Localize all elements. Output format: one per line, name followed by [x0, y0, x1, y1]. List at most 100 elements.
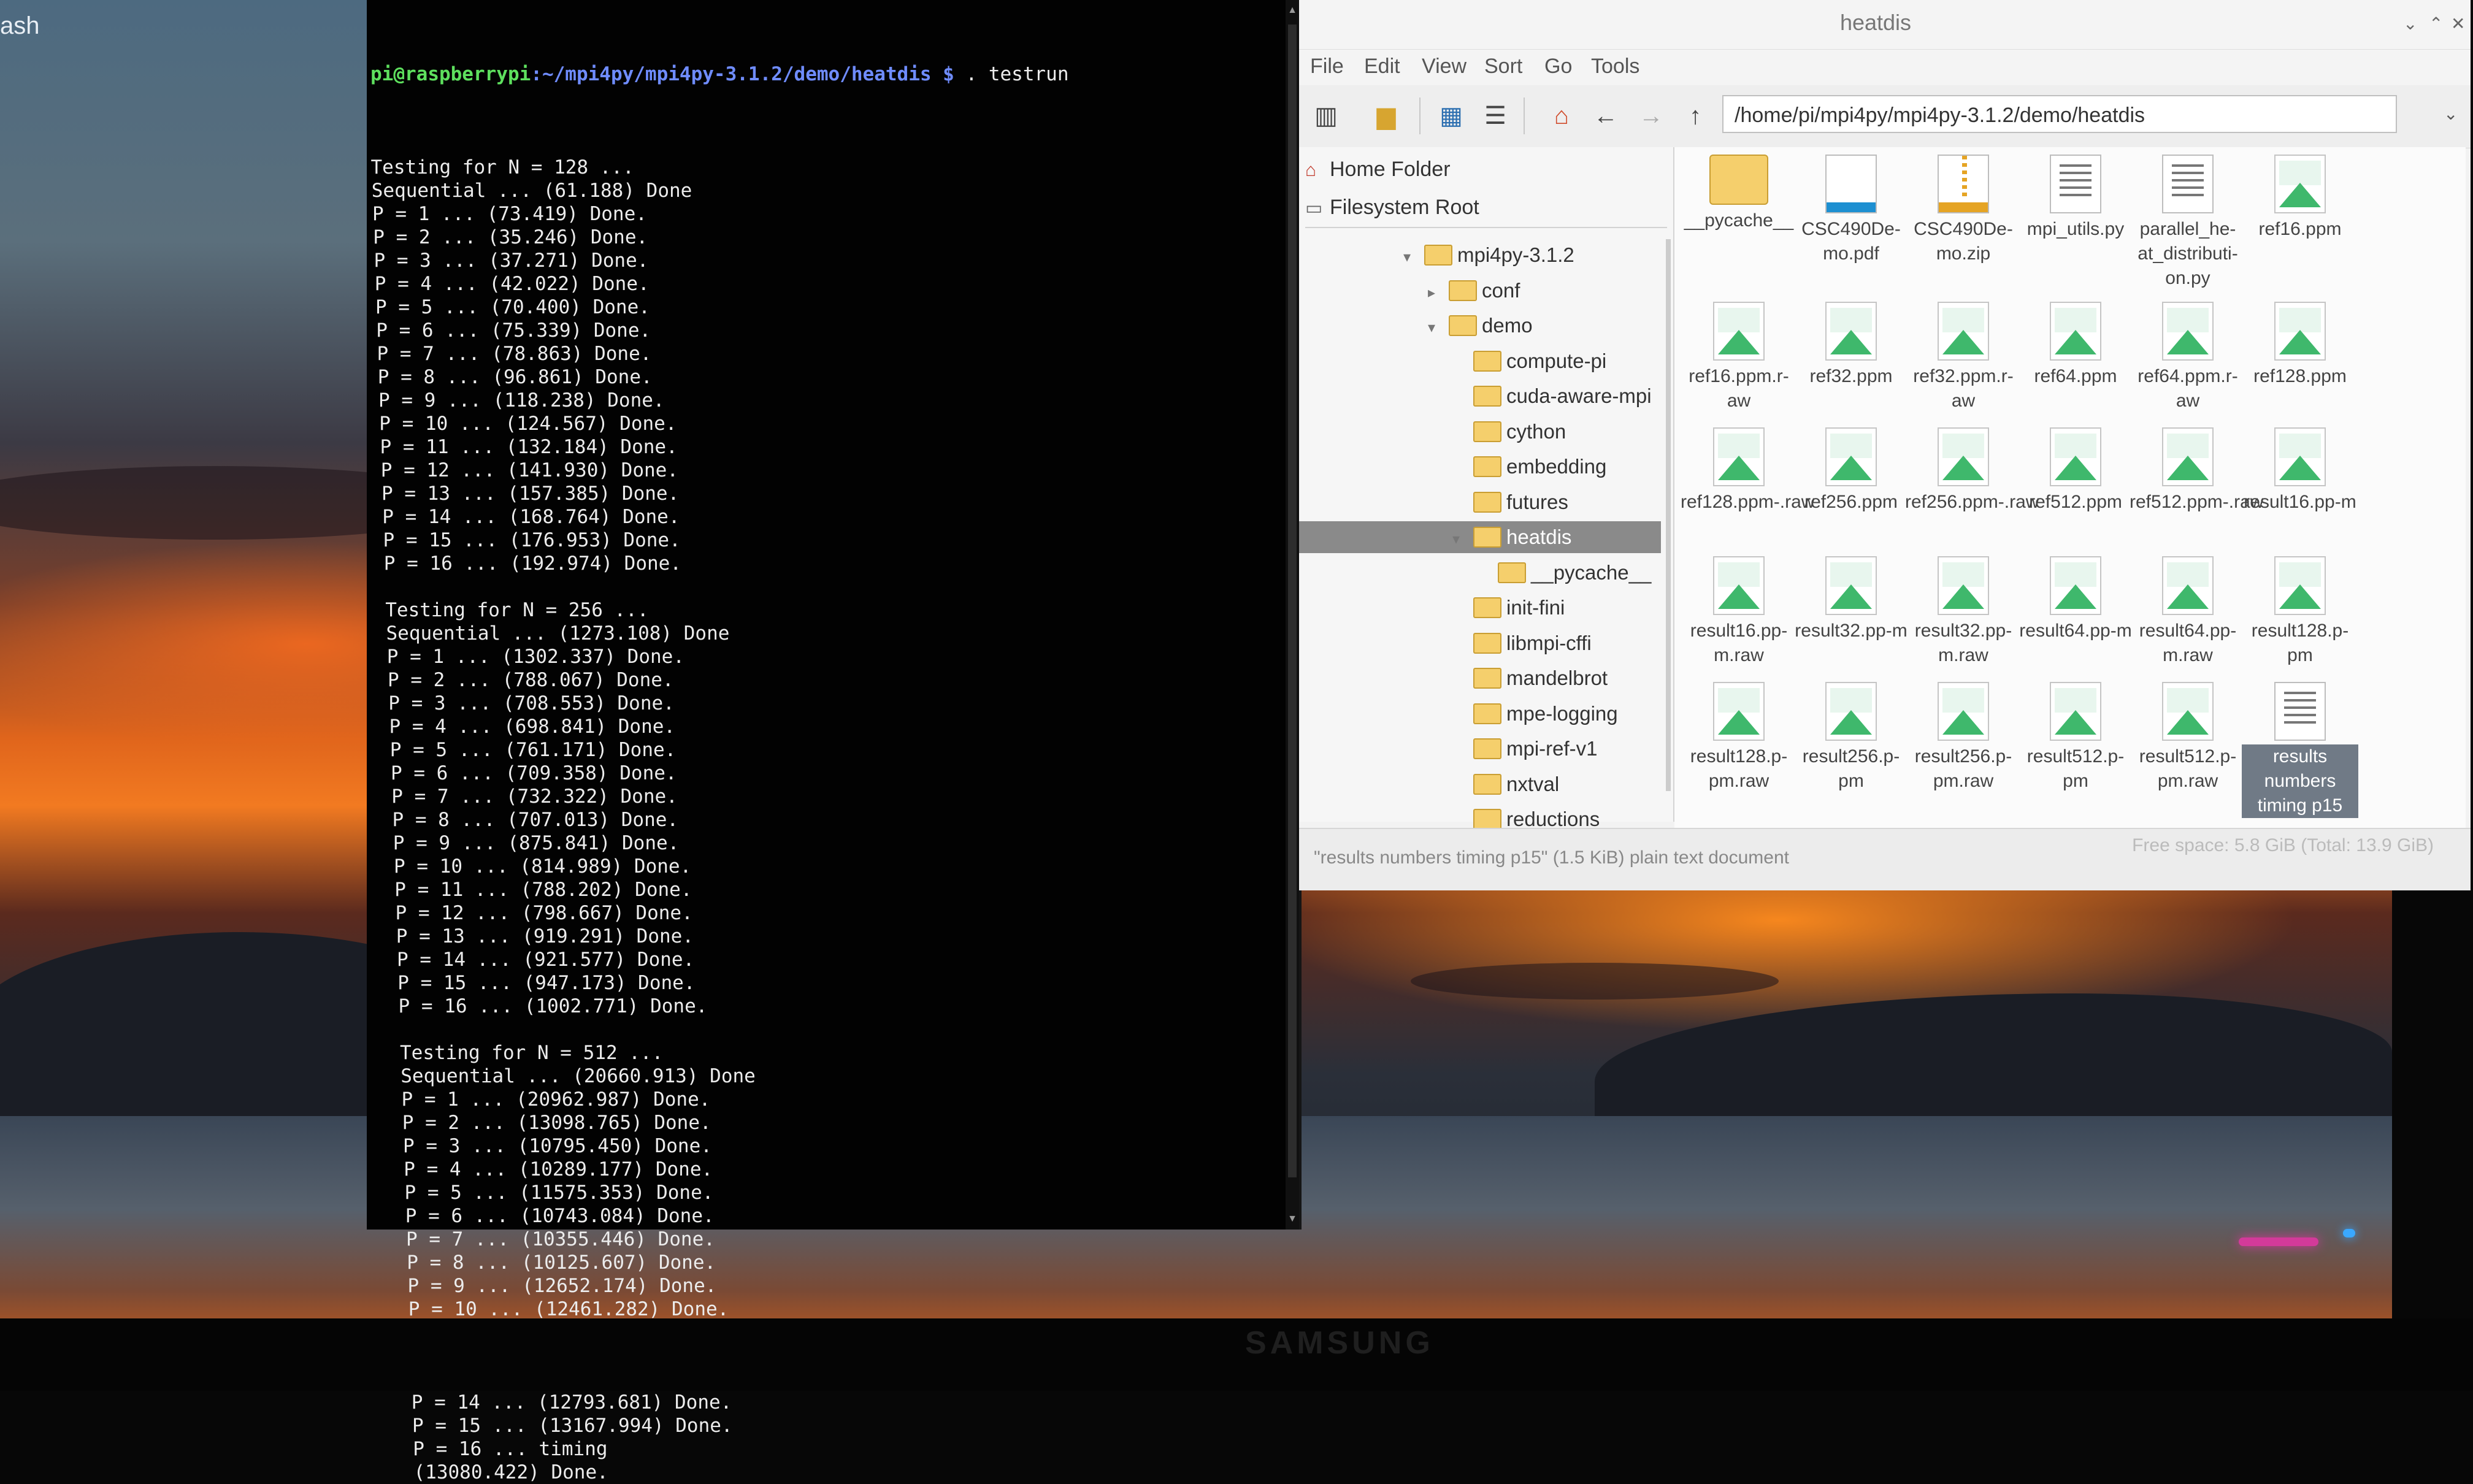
- tree-item[interactable]: compute-pi: [1299, 345, 1661, 377]
- title-bar[interactable]: heatdis ⌄ ⌃ ✕: [1299, 0, 2471, 50]
- tree-item[interactable]: ▸ conf: [1299, 275, 1661, 307]
- file-item[interactable]: __pycache__: [1681, 155, 1797, 233]
- menu-file[interactable]: File: [1310, 55, 1344, 78]
- back-arrow-icon[interactable]: ←: [1587, 99, 1624, 133]
- expander-arrow-icon[interactable]: ▾: [1428, 312, 1449, 344]
- tree-item[interactable]: embedding: [1299, 451, 1661, 483]
- folder-icon: [1473, 456, 1501, 477]
- file-item[interactable]: result128.p-pm.raw: [1681, 682, 1797, 794]
- file-item[interactable]: result64.pp-m: [2017, 556, 2134, 643]
- new-folder-icon[interactable]: ▆: [1368, 99, 1405, 133]
- tree-item[interactable]: init-fini: [1299, 592, 1661, 624]
- tree-item[interactable]: mpe-logging: [1299, 698, 1661, 730]
- place-home-folder[interactable]: ⌂ Home Folder: [1305, 152, 1451, 186]
- terminal-result-line: P = 5 ... (70.400) Done.: [375, 296, 650, 318]
- scroll-down-arrow-icon[interactable]: ▼: [1287, 1214, 1297, 1225]
- file-item[interactable]: result16.pp-m.raw: [1681, 556, 1797, 668]
- folder-icon: [1424, 245, 1452, 266]
- file-item[interactable]: ref256.ppm: [1793, 427, 1909, 514]
- file-item[interactable]: CSC490De-mo.zip: [1905, 155, 2022, 266]
- forward-arrow-icon[interactable]: →: [1633, 99, 1670, 133]
- terminal-result-line: P = 15 ... (947.173) Done.: [397, 972, 696, 994]
- file-item[interactable]: ref128.ppm-.raw: [1681, 427, 1814, 514]
- scroll-up-arrow-icon[interactable]: ▲: [1287, 5, 1297, 16]
- terminal-result-line: P = 10 ... (124.567) Done.: [379, 413, 677, 435]
- tree-item[interactable]: ▾ demo: [1299, 310, 1661, 342]
- file-item[interactable]: ref64.ppm.r-aw: [2130, 302, 2246, 413]
- terminal-output[interactable]: pi@raspberrypi:~/mpi4py/mpi4py-3.1.2/dem…: [367, 0, 1281, 1483]
- icon-view-icon[interactable]: ▦: [1433, 99, 1470, 133]
- file-item[interactable]: result32.pp-m.raw: [1905, 556, 2022, 668]
- folder-icon: [1473, 773, 1501, 795]
- place-filesystem-root[interactable]: ▭ Filesystem Root: [1305, 190, 1479, 224]
- file-item[interactable]: result32.pp-m: [1793, 556, 1909, 643]
- terminal-scrollbar[interactable]: ▲ ▼: [1286, 0, 1299, 1230]
- tree-item[interactable]: futures: [1299, 486, 1661, 518]
- menu-edit[interactable]: Edit: [1364, 55, 1400, 78]
- file-item[interactable]: result512.p-pm: [2017, 682, 2134, 794]
- expander-arrow-icon[interactable]: ▾: [1452, 524, 1473, 556]
- file-manager-window[interactable]: heatdis ⌄ ⌃ ✕ File Edit View Sort Go Too…: [1299, 0, 2471, 890]
- image-file-icon: [1713, 682, 1765, 741]
- tree-item[interactable]: ▾ mpi4py-3.1.2: [1299, 239, 1661, 271]
- terminal-result-line: P = 1 ... (20962.987) Done.: [401, 1088, 711, 1111]
- tree-item[interactable]: mpi-ref-v1: [1299, 733, 1661, 765]
- file-item[interactable]: CSC490De-mo.pdf: [1793, 155, 1909, 266]
- list-view-icon[interactable]: ☰: [1477, 99, 1514, 133]
- terminal-result-line: P = 2 ... (35.246) Done.: [373, 226, 648, 248]
- file-item[interactable]: result256.p-pm.raw: [1905, 682, 2022, 794]
- tree-item[interactable]: libmpi-cffi: [1299, 627, 1661, 659]
- file-item[interactable]: ref256.ppm-.raw: [1905, 427, 2039, 514]
- window-title: heatdis: [1839, 10, 1912, 35]
- file-item[interactable]: result128.p-pm: [2242, 556, 2358, 668]
- file-item[interactable]: ref512.ppm: [2017, 427, 2134, 514]
- scrollbar-thumb[interactable]: [1288, 25, 1297, 1177]
- chevron-down-icon[interactable]: ⌄: [2444, 104, 2458, 124]
- home-icon[interactable]: ⌂: [1543, 99, 1580, 133]
- maximize-icon[interactable]: ⌃: [2429, 13, 2443, 34]
- tree-item[interactable]: cython: [1299, 416, 1661, 448]
- file-item[interactable]: ref64.ppm: [2017, 302, 2134, 389]
- tree-item[interactable]: ▾ heatdis: [1299, 521, 1661, 553]
- file-item[interactable]: result512.p-pm.raw: [2130, 682, 2246, 794]
- file-item[interactable]: result64.pp-m.raw: [2130, 556, 2246, 668]
- file-item[interactable]: parallel_he-at_distributi-on.py: [2130, 155, 2246, 291]
- file-item[interactable]: ref32.ppm.r-aw: [1905, 302, 2022, 413]
- tree-item[interactable]: __pycache__: [1299, 557, 1661, 589]
- file-item[interactable]: ref32.ppm: [1793, 302, 1909, 389]
- expander-arrow-icon[interactable]: ▾: [1403, 242, 1424, 273]
- file-item[interactable]: ref16.ppm.r-aw: [1681, 302, 1797, 413]
- close-icon[interactable]: ✕: [2451, 13, 2465, 34]
- terminal-result-line: P = 9 ... (875.841) Done.: [393, 832, 680, 854]
- path-input[interactable]: /home/pi/mpi4py/mpi4py-3.1.2/demo/heatdi…: [1722, 95, 2397, 133]
- terminal-result-line: P = 7 ... (732.322) Done.: [391, 786, 678, 808]
- menu-go[interactable]: Go: [1544, 55, 1572, 78]
- terminal-window[interactable]: pi@raspberrypi:~/mpi4py/mpi4py-3.1.2/dem…: [367, 0, 1302, 1483]
- tree-item[interactable]: mandelbrot: [1299, 662, 1661, 694]
- menu-view[interactable]: View: [1422, 55, 1467, 78]
- menu-sort[interactable]: Sort: [1484, 55, 1522, 78]
- up-arrow-icon[interactable]: ↑: [1677, 99, 1714, 133]
- tree-item-label: mpi-ref-v1: [1506, 737, 1598, 760]
- tree-item[interactable]: nxtval: [1299, 768, 1661, 800]
- image-file-icon: [2162, 427, 2214, 486]
- file-item[interactable]: result16.pp-m: [2242, 427, 2358, 514]
- image-file-icon: [2162, 556, 2214, 615]
- file-item[interactable]: mpi_utils.py: [2017, 155, 2134, 242]
- minimize-icon[interactable]: ⌄: [2403, 13, 2417, 34]
- menu-tools[interactable]: Tools: [1591, 55, 1639, 78]
- home-icon: ⌂: [1305, 160, 1317, 180]
- file-item[interactable]: ref512.ppm-.raw: [2130, 427, 2263, 514]
- file-item[interactable]: result256.p-pm: [1793, 682, 1909, 794]
- new-window-icon[interactable]: ▥: [1308, 99, 1344, 133]
- tree-item[interactable]: cuda-aware-mpi: [1299, 380, 1661, 412]
- file-name: result16.pp-m: [2244, 492, 2356, 512]
- sidebar-scrollbar[interactable]: [1666, 239, 1671, 791]
- toolbar-separator: [1419, 98, 1421, 134]
- file-item[interactable]: ref128.ppm: [2242, 302, 2358, 389]
- expander-arrow-icon[interactable]: ▸: [1428, 277, 1449, 309]
- file-item[interactable]: results numbers timing p15: [2242, 682, 2358, 818]
- drive-icon: ▭: [1305, 198, 1323, 218]
- file-item[interactable]: ref16.ppm: [2242, 155, 2358, 242]
